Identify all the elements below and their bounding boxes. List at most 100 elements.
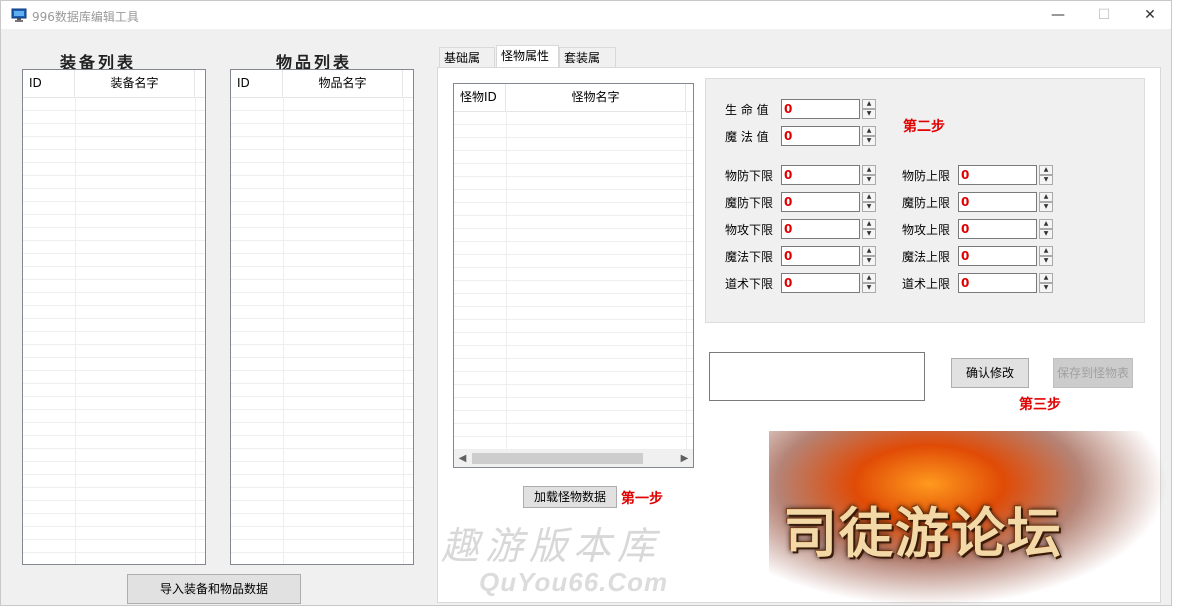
dc-max-label: 物攻上限 xyxy=(902,223,951,237)
watermark-logo-text: 司徒游论坛 xyxy=(783,501,1063,565)
dc-max-spinbox[interactable]: 0 ▲ ▼ xyxy=(958,219,1054,239)
spin-up-icon[interactable]: ▲ xyxy=(862,165,876,175)
item-list[interactable]: ID 物品名字 xyxy=(230,69,414,565)
column-header-item-name[interactable]: 物品名字 xyxy=(283,70,403,97)
column-header-equip-name[interactable]: 装备名字 xyxy=(75,70,195,97)
mac-min-input[interactable]: 0 xyxy=(781,192,860,212)
spin-up-icon[interactable]: ▲ xyxy=(1039,165,1053,175)
mc-max-label: 魔法上限 xyxy=(902,250,951,264)
dc-min-input[interactable]: 0 xyxy=(781,219,860,239)
close-button[interactable]: ✕ xyxy=(1127,1,1173,29)
monster-list-header: 怪物ID 怪物名字 xyxy=(454,84,693,112)
watermark-site-en: QuYou66.Com xyxy=(479,567,669,597)
spin-down-icon[interactable]: ▼ xyxy=(862,109,876,119)
column-header-monster-id[interactable]: 怪物ID xyxy=(454,84,506,111)
item-list-grid xyxy=(231,97,413,564)
mc-max-spinbox[interactable]: 0 ▲ ▼ xyxy=(958,246,1054,266)
column-header-id[interactable]: ID xyxy=(23,70,75,97)
import-equip-items-button[interactable]: 导入装备和物品数据 xyxy=(127,574,301,604)
mac-max-label: 魔防上限 xyxy=(902,196,951,210)
hp-input[interactable]: 0 xyxy=(781,99,860,119)
spin-up-icon[interactable]: ▲ xyxy=(862,192,876,202)
sc-min-label: 道术下限 xyxy=(725,277,774,291)
equip-list-header: ID 装备名字 xyxy=(23,70,205,98)
spin-down-icon[interactable]: ▼ xyxy=(1039,175,1053,185)
spin-down-icon[interactable]: ▼ xyxy=(1039,283,1053,293)
message-textbox[interactable] xyxy=(709,352,925,401)
monster-list-hscrollbar[interactable]: ◀ ▶ xyxy=(454,450,693,467)
equip-list-grid xyxy=(23,97,205,564)
column-header-id[interactable]: ID xyxy=(231,70,283,97)
title-bar: 996数据库编辑工具 — ☐ ✕ xyxy=(1,1,1171,29)
step-three-label: 第三步 xyxy=(1019,397,1061,413)
mc-min-input[interactable]: 0 xyxy=(781,246,860,266)
sc-max-spinbox[interactable]: 0 ▲ ▼ xyxy=(958,273,1054,293)
watermark-site-cn: 趣游版本库 xyxy=(441,524,662,568)
spin-down-icon[interactable]: ▼ xyxy=(862,256,876,266)
dc-max-input[interactable]: 0 xyxy=(958,219,1037,239)
scroll-right-icon[interactable]: ▶ xyxy=(676,450,693,467)
sc-max-input[interactable]: 0 xyxy=(958,273,1037,293)
ac-min-input[interactable]: 0 xyxy=(781,165,860,185)
column-header-monster-name[interactable]: 怪物名字 xyxy=(506,84,686,111)
tab-basic-attributes[interactable]: 基础属性 xyxy=(439,47,495,85)
mp-input[interactable]: 0 xyxy=(781,126,860,146)
window-title: 996数据库编辑工具 xyxy=(32,10,139,24)
mc-min-spinbox[interactable]: 0 ▲ ▼ xyxy=(781,246,877,266)
step-one-label: 第一步 xyxy=(621,491,663,507)
spin-up-icon[interactable]: ▲ xyxy=(1039,246,1053,256)
scroll-left-icon[interactable]: ◀ xyxy=(454,450,471,467)
mac-max-spinbox[interactable]: 0 ▲ ▼ xyxy=(958,192,1054,212)
ac-max-label: 物防上限 xyxy=(902,169,951,183)
spin-down-icon[interactable]: ▼ xyxy=(862,175,876,185)
ac-max-spinbox[interactable]: 0 ▲ ▼ xyxy=(958,165,1054,185)
tab-set-attributes[interactable]: 套装属性 xyxy=(559,47,616,85)
hp-label: 生 命 值 xyxy=(725,103,769,117)
confirm-modify-button[interactable]: 确认修改 xyxy=(951,358,1029,388)
mc-max-input[interactable]: 0 xyxy=(958,246,1037,266)
step-two-label: 第二步 xyxy=(903,119,945,135)
mp-spinbox[interactable]: 0 ▲ ▼ xyxy=(781,126,877,146)
save-to-monster-table-button[interactable]: 保存到怪物表 xyxy=(1053,358,1133,388)
ac-min-spinbox[interactable]: 0 ▲ ▼ xyxy=(781,165,877,185)
spin-up-icon[interactable]: ▲ xyxy=(862,273,876,283)
mac-min-label: 魔防下限 xyxy=(725,196,774,210)
dc-min-label: 物攻下限 xyxy=(725,223,774,237)
minimize-button[interactable]: — xyxy=(1035,1,1081,29)
spin-down-icon[interactable]: ▼ xyxy=(862,229,876,239)
mp-label: 魔 法 值 xyxy=(725,130,769,144)
sc-min-spinbox[interactable]: 0 ▲ ▼ xyxy=(781,273,877,293)
hp-spinbox[interactable]: 0 ▲ ▼ xyxy=(781,99,877,119)
spin-down-icon[interactable]: ▼ xyxy=(862,283,876,293)
spin-down-icon[interactable]: ▼ xyxy=(1039,229,1053,239)
ac-min-label: 物防下限 xyxy=(725,169,774,183)
spin-up-icon[interactable]: ▲ xyxy=(862,246,876,256)
spin-up-icon[interactable]: ▲ xyxy=(862,219,876,229)
spin-up-icon[interactable]: ▲ xyxy=(862,99,876,109)
mc-min-label: 魔法下限 xyxy=(725,250,774,264)
spin-down-icon[interactable]: ▼ xyxy=(862,136,876,146)
spin-down-icon[interactable]: ▼ xyxy=(1039,202,1053,212)
mac-max-input[interactable]: 0 xyxy=(958,192,1037,212)
tab-monster-attributes[interactable]: 怪物属性 xyxy=(496,45,559,68)
spin-up-icon[interactable]: ▲ xyxy=(1039,273,1053,283)
app-monitor-icon xyxy=(11,8,27,22)
spin-up-icon[interactable]: ▲ xyxy=(862,126,876,136)
spin-up-icon[interactable]: ▲ xyxy=(1039,219,1053,229)
mac-min-spinbox[interactable]: 0 ▲ ▼ xyxy=(781,192,877,212)
monster-list-grid xyxy=(454,111,693,450)
ac-max-input[interactable]: 0 xyxy=(958,165,1037,185)
spin-down-icon[interactable]: ▼ xyxy=(1039,256,1053,266)
main-window: 996数据库编辑工具 — ☐ ✕ 装备列表 ID 装备名字 物品列表 ID 物品… xyxy=(0,0,1172,607)
dc-min-spinbox[interactable]: 0 ▲ ▼ xyxy=(781,219,877,239)
spin-down-icon[interactable]: ▼ xyxy=(862,202,876,212)
spin-up-icon[interactable]: ▲ xyxy=(1039,192,1053,202)
sc-min-input[interactable]: 0 xyxy=(781,273,860,293)
load-monster-data-button[interactable]: 加载怪物数据 xyxy=(523,486,617,508)
sc-max-label: 道术上限 xyxy=(902,277,951,291)
maximize-button[interactable]: ☐ xyxy=(1081,1,1127,29)
item-list-header: ID 物品名字 xyxy=(231,70,413,98)
equip-list[interactable]: ID 装备名字 xyxy=(22,69,206,565)
monster-list[interactable]: 怪物ID 怪物名字 ◀ ▶ xyxy=(453,83,694,468)
scroll-thumb[interactable] xyxy=(472,453,643,464)
